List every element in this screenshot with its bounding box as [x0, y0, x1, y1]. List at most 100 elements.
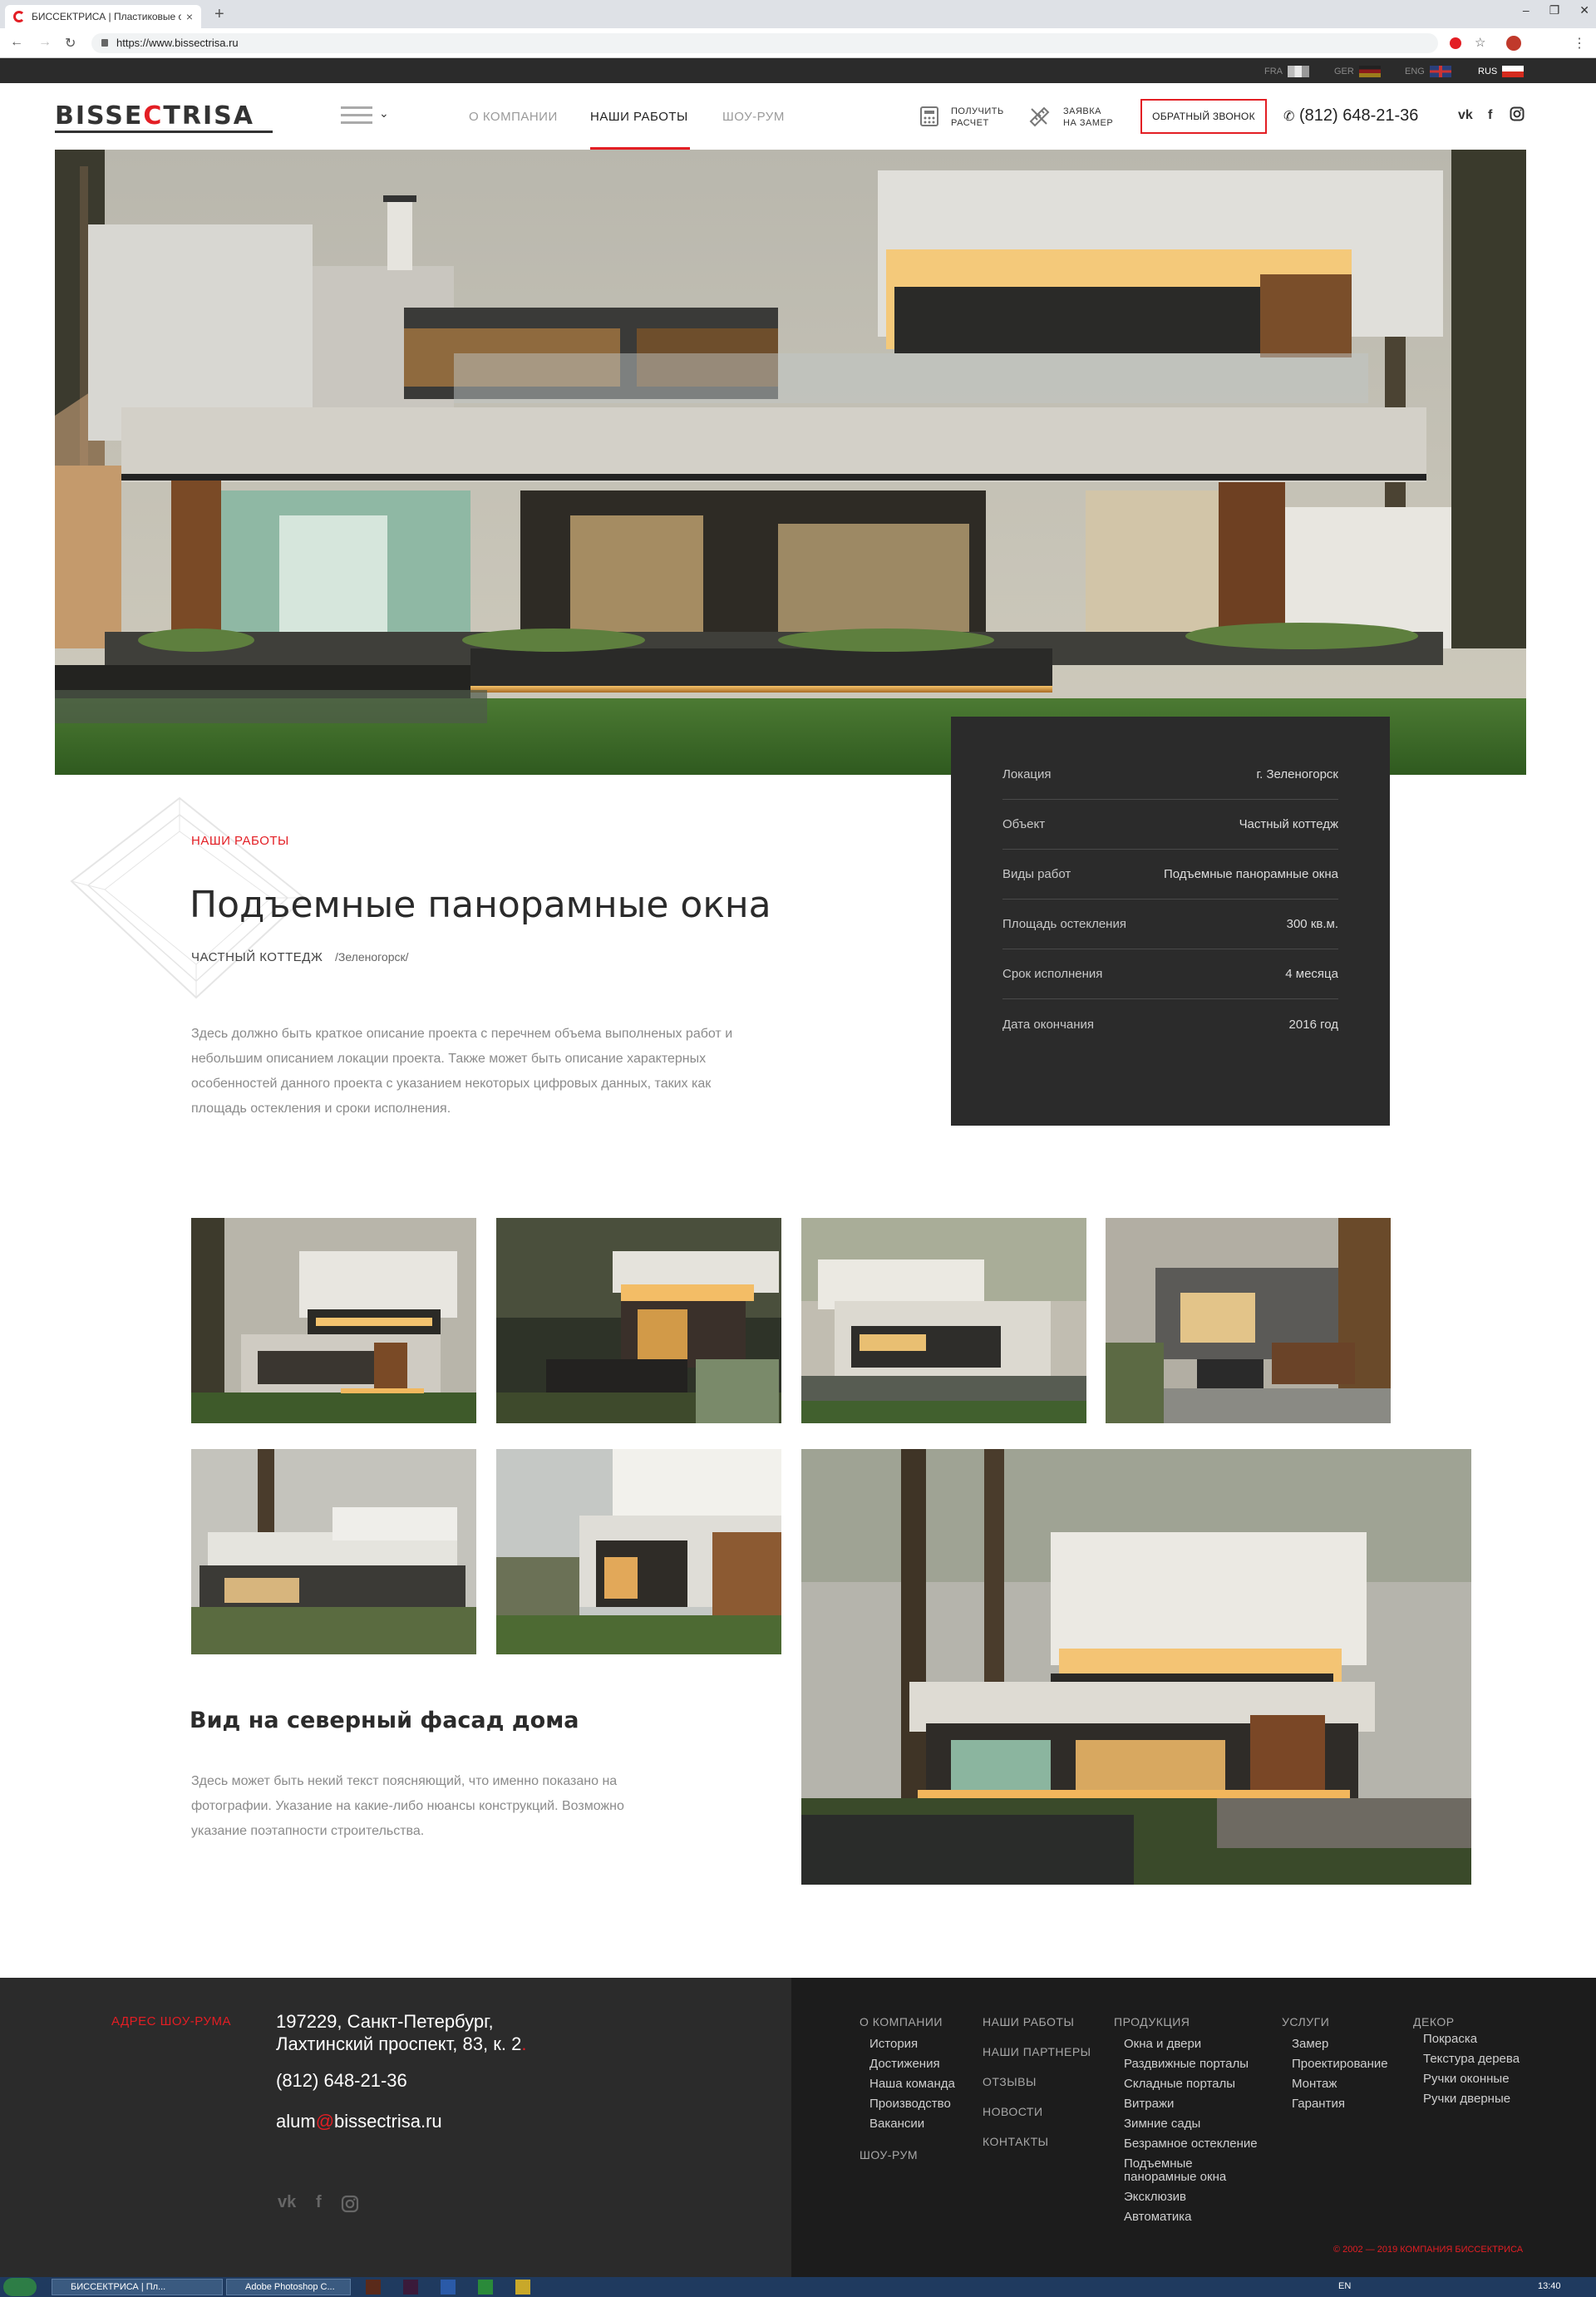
footer-link-news[interactable]: НОВОСТИ: [983, 2105, 1043, 2118]
footer-link[interactable]: Складные порталы: [1124, 2077, 1235, 2091]
chevron-down-icon[interactable]: ⌄: [379, 106, 389, 121]
vk-icon[interactable]: vk: [1458, 108, 1473, 123]
footer-link[interactable]: Производство: [869, 2097, 951, 2111]
extension-icon[interactable]: [1450, 37, 1461, 49]
footer-link[interactable]: Покраска: [1423, 2032, 1477, 2046]
gallery-section-description: Здесь может быть некий текст поясняющий,…: [191, 1774, 624, 1838]
taskbar-item-photoshop[interactable]: Adobe Photoshop C...: [226, 2279, 351, 2295]
app-icon[interactable]: [515, 2280, 530, 2295]
back-icon[interactable]: ←: [10, 35, 23, 50]
ruler-icon[interactable]: [1027, 105, 1051, 128]
start-button-icon[interactable]: [3, 2278, 37, 2296]
keyboard-language[interactable]: EN: [1338, 2281, 1351, 2291]
calc-link[interactable]: ПОЛУЧИТЬ РАСЧЕТ: [951, 106, 1004, 129]
footer-link[interactable]: Витражи: [1124, 2097, 1174, 2111]
footer-link-reviews[interactable]: ОТЗЫВЫ: [983, 2075, 1037, 2088]
browser-tab[interactable]: БИССЕКТРИСА | Пластиковые о ×: [5, 5, 201, 28]
footer-address-line1: 197229, Санкт-Петербург,: [276, 2011, 494, 2032]
bookmark-star-icon[interactable]: ☆: [1475, 35, 1485, 50]
footer-link[interactable]: Текстура дерева: [1423, 2052, 1520, 2066]
footer-link[interactable]: История: [869, 2037, 918, 2051]
measure-label-1: ЗАЯВКА: [1063, 106, 1102, 116]
footer-vk-icon[interactable]: vk: [278, 2193, 296, 2212]
logo-text-c: C: [143, 101, 164, 131]
footer-link[interactable]: Безрамное остекление: [1124, 2137, 1258, 2151]
info-row: Виды работ Подъемные панорамные окна: [1002, 850, 1338, 900]
forward-icon[interactable]: →: [38, 35, 52, 50]
project-location: /Зеленогорск/: [334, 950, 409, 964]
indesign-icon[interactable]: [403, 2280, 418, 2295]
tab-close-icon[interactable]: ×: [186, 10, 193, 23]
footer-facebook-icon[interactable]: f: [316, 2193, 322, 2212]
gallery-photo-6[interactable]: [496, 1449, 781, 1654]
footer-col-services-title[interactable]: УСЛУГИ: [1282, 2015, 1329, 2028]
maximize-icon[interactable]: ❐: [1549, 3, 1560, 17]
footer-link[interactable]: Эксклюзив: [1124, 2190, 1186, 2204]
taskbar-item-browser[interactable]: БИССЕКТРИСА | Пл...: [52, 2279, 223, 2295]
gallery-photo-5[interactable]: [191, 1449, 476, 1654]
lang-rus[interactable]: RUS: [1478, 66, 1525, 77]
browser-menu-icon[interactable]: ⋮: [1573, 35, 1586, 52]
nav-showroom[interactable]: ШОУ-РУМ: [722, 110, 785, 124]
lang-fra[interactable]: FRA: [1264, 66, 1309, 77]
minimize-icon[interactable]: –: [1523, 3, 1530, 17]
extension-badge-icon[interactable]: [1506, 36, 1521, 51]
footer-email-at: @: [315, 2111, 335, 2132]
nav-company[interactable]: О КОМПАНИИ: [469, 110, 558, 124]
url-field[interactable]: https://www.bissectrisa.ru: [91, 33, 1438, 53]
footer-link-contacts[interactable]: КОНТАКТЫ: [983, 2135, 1049, 2148]
footer-link-partners[interactable]: НАШИ ПАРТНЕРЫ: [983, 2045, 1091, 2058]
callback-button[interactable]: ОБРАТНЫЙ ЗВОНОК: [1140, 99, 1267, 134]
close-window-icon[interactable]: ✕: [1579, 3, 1589, 17]
header-phone[interactable]: ✆ (812) 648-21-36: [1283, 106, 1418, 126]
footer-link[interactable]: Достижения: [869, 2057, 940, 2071]
system-clock[interactable]: 13:40: [1538, 2281, 1561, 2291]
footer-col-company-title[interactable]: О КОМПАНИИ: [860, 2015, 943, 2028]
calc-label-1: ПОЛУЧИТЬ: [951, 106, 1004, 116]
footer-col-products-title[interactable]: ПРОДУКЦИЯ: [1114, 2015, 1190, 2028]
footer-link[interactable]: Подъемные: [1124, 2157, 1193, 2171]
gallery-photo-3[interactable]: [801, 1218, 1086, 1423]
facebook-icon[interactable]: f: [1488, 108, 1492, 123]
footer-link[interactable]: Наша команда: [869, 2077, 955, 2091]
footer-instagram-icon[interactable]: [341, 2195, 359, 2213]
info-value: 2016 год: [1288, 1017, 1338, 1032]
footer-link[interactable]: Замер: [1292, 2037, 1328, 2051]
footer-link[interactable]: Ручки дверные: [1423, 2092, 1510, 2106]
lang-eng[interactable]: ENG: [1405, 66, 1451, 77]
footer-link[interactable]: Автоматика: [1124, 2210, 1192, 2224]
lang-rus-label: RUS: [1478, 67, 1498, 76]
word-icon[interactable]: [441, 2280, 456, 2295]
footer-link[interactable]: Монтаж: [1292, 2077, 1337, 2091]
lang-ger[interactable]: GER: [1334, 66, 1381, 77]
instagram-icon[interactable]: [1510, 106, 1525, 121]
footer-col-showroom-title[interactable]: ШОУ-РУМ: [860, 2148, 918, 2161]
window-controls: – ❐ ✕: [1523, 3, 1589, 17]
footer-link[interactable]: Зимние сады: [1124, 2117, 1200, 2131]
footer-col-decor-title[interactable]: ДЕКОР: [1413, 2015, 1455, 2028]
footer-link[interactable]: Вакансии: [869, 2117, 924, 2131]
gallery-photo-2[interactable]: [496, 1218, 781, 1423]
footer-link[interactable]: Окна и двери: [1124, 2037, 1201, 2051]
footer-link[interactable]: панорамные окна: [1124, 2170, 1226, 2184]
illustrator-icon[interactable]: [366, 2280, 381, 2295]
gallery-photo-large[interactable]: [801, 1449, 1471, 1885]
footer-link[interactable]: Ручки оконные: [1423, 2072, 1510, 2086]
footer-link-works[interactable]: НАШИ РАБОТЫ: [983, 2015, 1074, 2028]
footer-link[interactable]: Проектирование: [1292, 2057, 1388, 2071]
excel-icon[interactable]: [478, 2280, 493, 2295]
gallery-photo-4[interactable]: [1106, 1218, 1391, 1423]
footer-email[interactable]: alum@bissectrisa.ru: [276, 2111, 442, 2132]
lock-icon: [101, 39, 108, 47]
calculator-icon[interactable]: [918, 105, 941, 128]
footer-link[interactable]: Раздвижные порталы: [1124, 2057, 1249, 2071]
reload-icon[interactable]: ↻: [65, 35, 76, 52]
hamburger-menu-icon[interactable]: [341, 106, 372, 126]
footer-phone[interactable]: (812) 648-21-36: [276, 2070, 407, 2092]
new-tab-button[interactable]: +: [214, 5, 224, 24]
site-logo[interactable]: BISSECTRISA: [55, 101, 254, 131]
footer-link[interactable]: Гарантия: [1292, 2097, 1345, 2111]
nav-works[interactable]: НАШИ РАБОТЫ: [590, 110, 688, 124]
measure-link[interactable]: ЗАЯВКА НА ЗАМЕР: [1063, 106, 1113, 129]
gallery-photo-1[interactable]: [191, 1218, 476, 1423]
